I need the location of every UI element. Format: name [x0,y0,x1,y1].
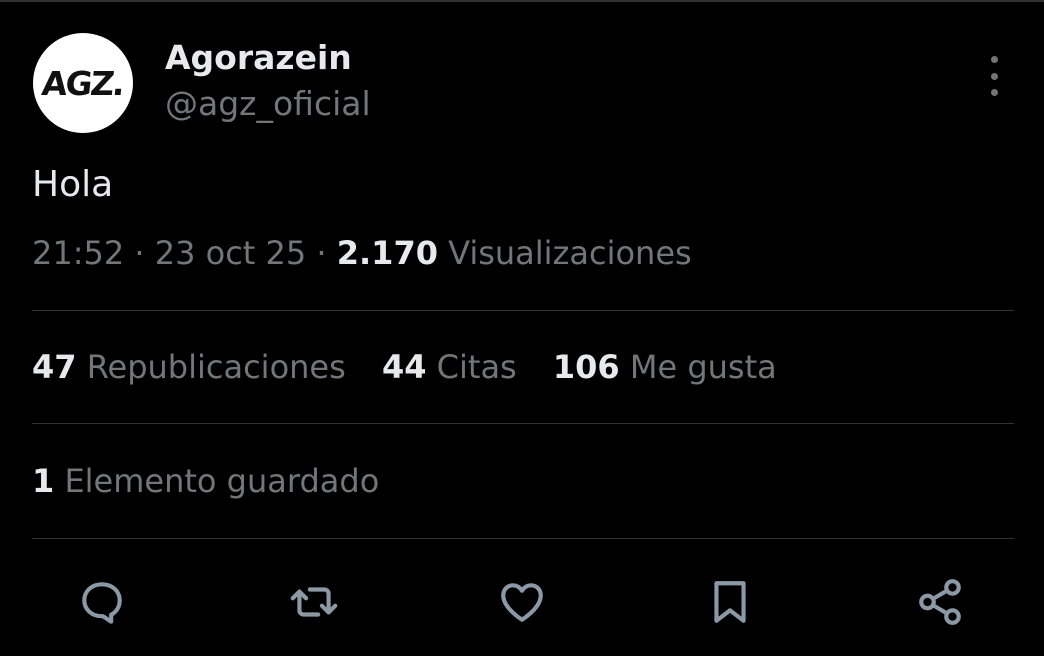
more-options-icon[interactable] [982,56,1006,96]
top-border [0,0,1044,2]
views-count: 2.170 [336,234,438,272]
bookmark-button[interactable] [702,574,758,630]
bookmark-icon [714,581,746,623]
likes-stat[interactable]: 106 Me gusta [553,348,777,386]
meta-separator: · [316,234,327,272]
share-icon [919,579,961,625]
like-button[interactable] [494,574,550,630]
avatar[interactable]: AGZ. [33,33,133,133]
tweet-time[interactable]: 21:52 [32,234,124,272]
divider [32,310,1014,311]
author-display-name[interactable]: Agorazein [165,38,352,77]
share-button[interactable] [912,574,968,630]
tweet-date[interactable]: 23 oct 25 [155,234,307,272]
reposts-stat[interactable]: 47 Republicaciones [32,348,346,386]
divider [32,538,1014,539]
meta-separator: · [134,234,145,272]
likes-count: 106 [552,348,620,386]
likes-label: Me gusta [629,348,777,386]
reposts-label: Republicaciones [86,348,346,386]
tweet-metadata: 21:52 · 23 oct 25 · 2.170 Visualizacione… [32,234,692,272]
quotes-stat[interactable]: 44 Citas [382,348,517,386]
bookmarks-label: Elemento guardado [64,462,380,500]
repost-button[interactable] [286,574,342,630]
reply-icon [82,582,122,624]
bookmarks-stat: 1 Elemento guardado [32,462,379,500]
bookmarks-count: 1 [32,462,55,500]
author-handle[interactable]: @agz_oficial [165,84,371,123]
tweet-text: Hola [32,164,114,205]
repost-icon [290,587,338,617]
divider [32,423,1014,424]
avatar-logo-text: AGZ. [40,63,126,103]
views-label: Visualizaciones [448,234,692,272]
heart-icon [501,583,543,622]
quotes-count: 44 [381,348,427,386]
engagement-stats: 47 Republicaciones 44 Citas 106 Me gusta [32,348,803,386]
reposts-count: 47 [32,348,77,386]
reply-button[interactable] [74,574,130,630]
quotes-label: Citas [436,348,517,386]
